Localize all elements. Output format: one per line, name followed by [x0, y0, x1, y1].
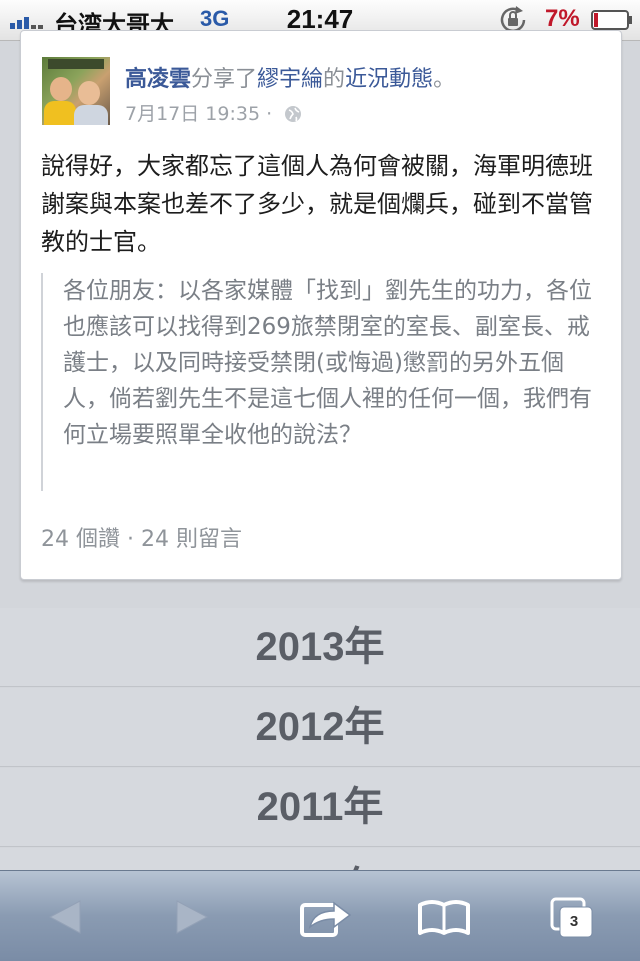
shared-user-link[interactable]: 繆宇綸: [257, 67, 323, 92]
post-date[interactable]: 7月17日 19:35 ·: [125, 103, 272, 125]
year-2011[interactable]: 2011年: [0, 768, 640, 847]
quoted-post[interactable]: 各位朋友：以各家媒體「找到」劉先生的功力，各位也應該可以找得到269旅禁閉室的室…: [41, 273, 603, 491]
back-icon[interactable]: [34, 893, 94, 941]
status-link[interactable]: 近況動態: [345, 67, 433, 92]
header-period: 。: [433, 67, 456, 92]
battery-icon: [591, 10, 632, 30]
post-stats[interactable]: 24 個讚 · 24 則留言: [41, 521, 242, 553]
network-type: 3G: [200, 6, 230, 31]
forward-icon[interactable]: [163, 893, 223, 941]
post-meta: 7月17日 19:35 ·: [125, 99, 302, 126]
pages-button[interactable]: 3: [544, 893, 604, 941]
share-icon[interactable]: [296, 893, 356, 941]
browser-toolbar: 3: [0, 870, 640, 961]
post-header: 高凌雲分享了繆宇綸的近況動態。: [125, 61, 455, 93]
author-name[interactable]: 高凌雲: [125, 67, 191, 92]
bookmarks-icon[interactable]: [414, 893, 474, 941]
globe-icon: [285, 106, 302, 122]
battery-percent: 7%: [545, 5, 580, 32]
year-2013[interactable]: 2013年: [0, 608, 640, 687]
signal-strength-icon: [10, 17, 43, 29]
pages-count: 3: [569, 913, 579, 930]
post-card: 高凌雲分享了繆宇綸的近況動態。 7月17日 19:35 · 說得好，大家都忘了這…: [20, 30, 622, 580]
author-avatar[interactable]: [42, 57, 110, 125]
year-2012[interactable]: 2012年: [0, 688, 640, 767]
shared-text: 分享了: [191, 67, 258, 92]
post-body: 說得好，大家都忘了這個人為何會被關，海軍明德班謝案與本案也差不了多少，就是個爛兵…: [41, 152, 593, 256]
possessive-text: 的: [323, 67, 346, 92]
quoted-text: 各位朋友：以各家媒體「找到」劉先生的功力，各位也應該可以找得到269旅禁閉室的室…: [63, 278, 592, 448]
